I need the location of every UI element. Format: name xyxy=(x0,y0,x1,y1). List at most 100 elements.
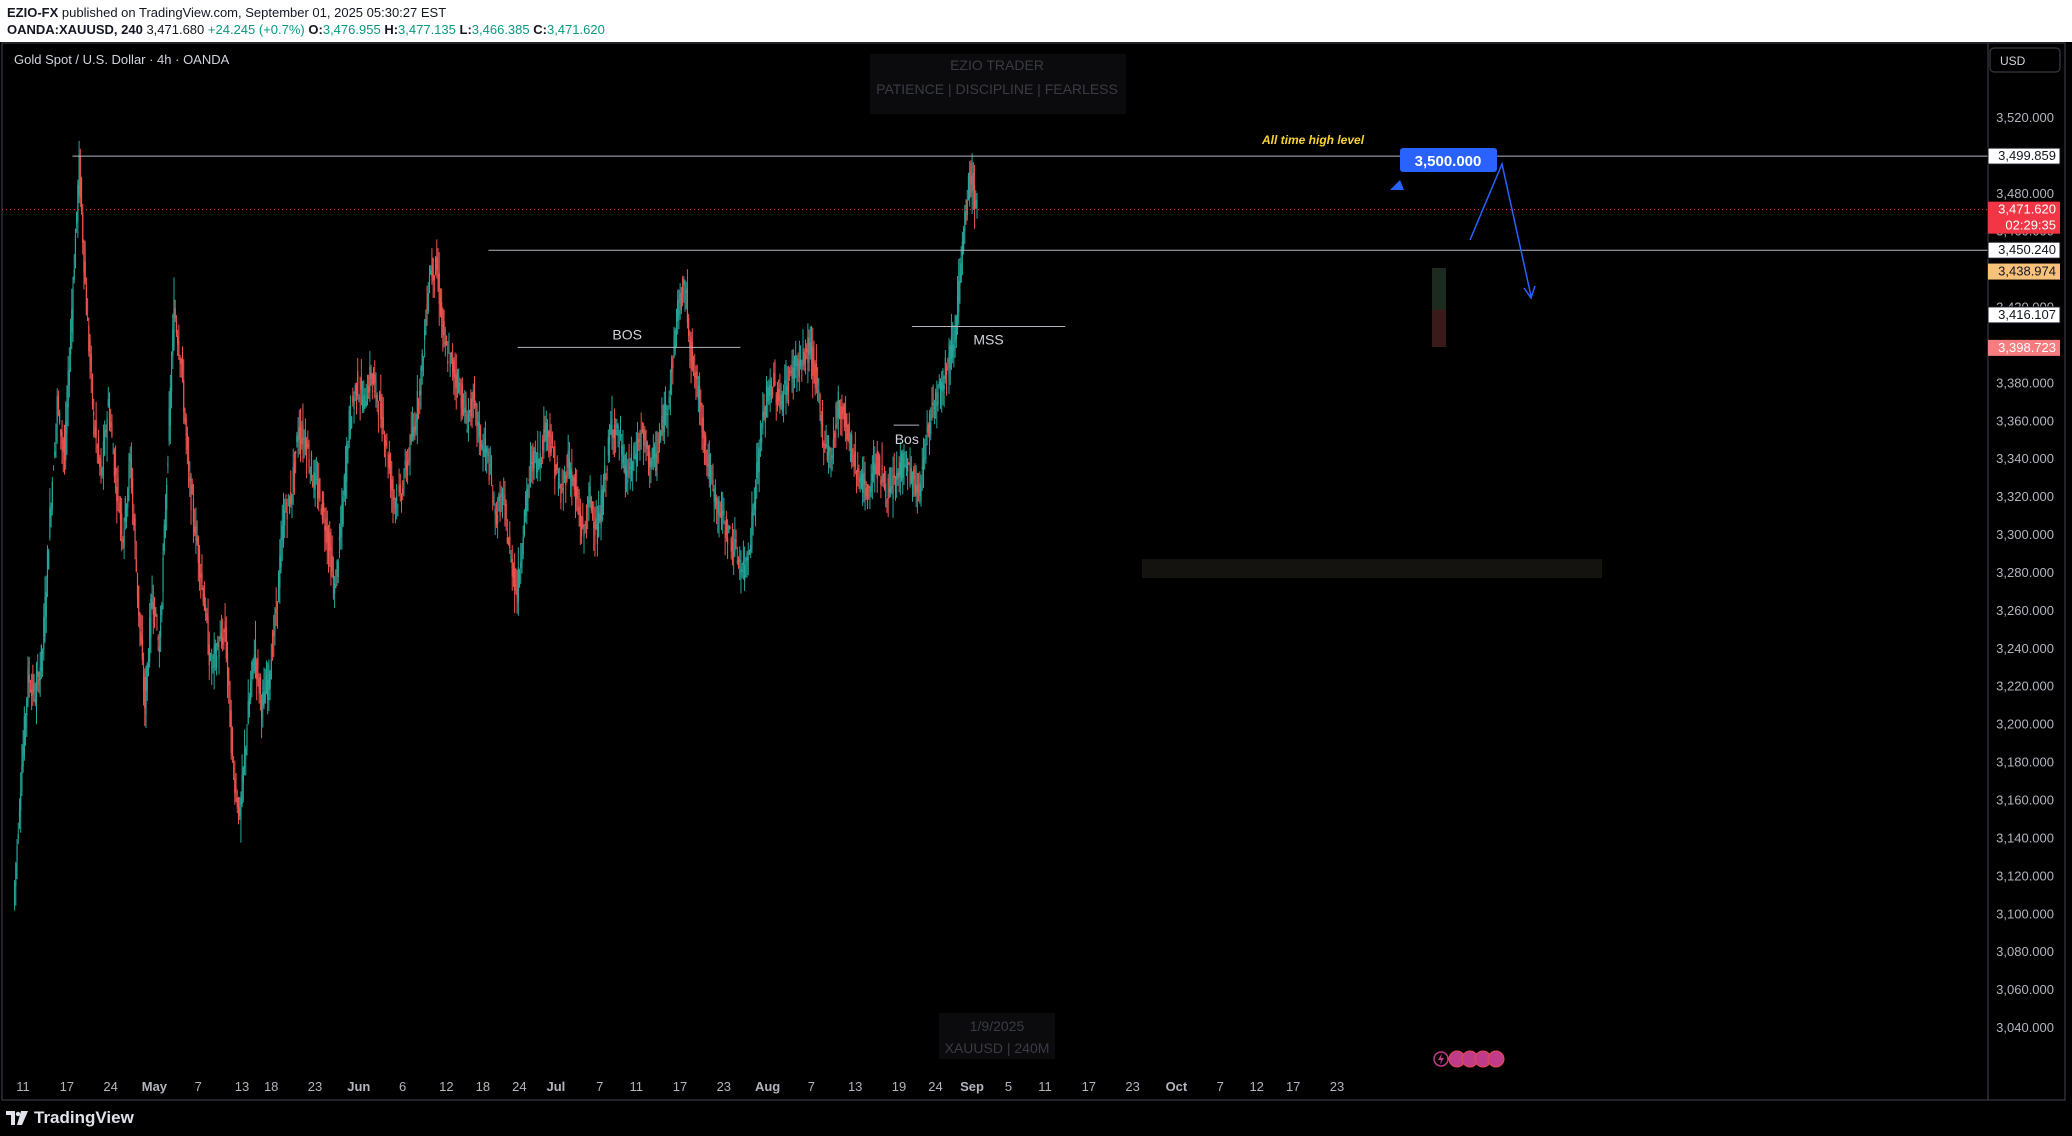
candle-body xyxy=(198,549,201,577)
candle-body xyxy=(392,479,394,501)
candle-body xyxy=(427,293,429,311)
candle-body xyxy=(819,394,821,413)
candle-body xyxy=(119,503,122,520)
price-tick-label: 3,360.000 xyxy=(1996,413,2054,428)
candle-body xyxy=(731,541,734,551)
candle-body xyxy=(606,468,608,471)
candle-body xyxy=(201,571,203,583)
candle-body xyxy=(107,399,109,407)
candle-body xyxy=(132,478,134,506)
candle-body xyxy=(697,385,699,401)
candle-body xyxy=(832,439,835,449)
publisher-name[interactable]: EZIO-FX xyxy=(7,5,58,20)
candle-body xyxy=(258,678,260,694)
candle-body xyxy=(383,439,386,446)
candle-body xyxy=(504,494,506,506)
candle-body xyxy=(425,318,427,335)
candle-body xyxy=(639,432,641,448)
candle-body xyxy=(365,401,367,407)
candle-body xyxy=(909,464,911,485)
candle-body xyxy=(411,426,414,436)
candle-body xyxy=(517,567,519,603)
candle-body xyxy=(698,386,701,412)
candle-body xyxy=(774,381,776,385)
candle-body xyxy=(807,337,809,363)
candle-body xyxy=(443,321,445,336)
candle-body xyxy=(139,612,141,629)
candle-body xyxy=(156,627,158,629)
price-chart[interactable]: EZIO TRADER PATIENCE | DISCIPLINE | FEAR… xyxy=(0,42,2072,1102)
candle-body xyxy=(80,178,83,211)
candle-body xyxy=(737,559,740,569)
candle-body xyxy=(211,666,213,668)
candle-body xyxy=(229,683,231,727)
candle-body xyxy=(471,398,473,418)
tradingview-logo[interactable]: TradingView xyxy=(6,1107,134,1129)
candle-body xyxy=(870,482,872,492)
candle-body xyxy=(376,394,378,402)
candle-body xyxy=(728,525,730,534)
candle-body xyxy=(750,545,752,553)
price-tick-label: 3,100.000 xyxy=(1996,906,2054,921)
candle-body xyxy=(713,489,715,503)
candle-body xyxy=(246,728,248,748)
candle-body xyxy=(668,397,670,403)
time-tick-label: 11 xyxy=(16,1079,30,1094)
candle-body xyxy=(681,286,684,295)
candle-body xyxy=(284,510,286,526)
candle-body xyxy=(24,716,27,729)
candle-body xyxy=(76,212,78,225)
candle-body xyxy=(389,460,392,488)
candle-body xyxy=(926,427,928,433)
ohlc-line: OANDA:XAUUSD, 240 3,471.680 +24.245 (+0.… xyxy=(7,22,605,37)
candle-body xyxy=(297,437,299,442)
candle-body xyxy=(467,414,470,422)
candle-body xyxy=(925,443,927,460)
candle-body xyxy=(49,507,51,538)
candle-body xyxy=(134,518,136,543)
candle-body xyxy=(765,385,768,402)
candle-body xyxy=(482,442,484,451)
close-label: C: xyxy=(533,22,547,37)
candle-body xyxy=(57,396,60,409)
candle-body xyxy=(206,613,208,620)
candle-body xyxy=(871,473,873,481)
candle-body xyxy=(398,486,400,492)
price-tick-label: 3,260.000 xyxy=(1996,603,2054,618)
candle-body xyxy=(716,498,718,504)
candle-body xyxy=(105,429,107,432)
candle-body xyxy=(416,391,418,422)
candle-body xyxy=(587,496,589,508)
us-flag-event-icon[interactable] xyxy=(1487,1050,1505,1068)
event-icons[interactable] xyxy=(1433,1050,1505,1068)
price-level-label: 3,450.240 xyxy=(1998,242,2056,257)
candle-body xyxy=(430,270,432,275)
candle-body xyxy=(954,331,956,343)
candle-body xyxy=(172,329,174,356)
candle-body xyxy=(15,863,17,886)
candle-body xyxy=(880,479,882,485)
candle-body xyxy=(337,561,339,577)
candle-body xyxy=(887,478,889,499)
candle-body xyxy=(510,554,512,562)
time-tick-label: 23 xyxy=(717,1079,731,1094)
candle-body xyxy=(352,395,354,402)
candle-body xyxy=(245,747,247,756)
candle-body xyxy=(764,406,766,423)
candle-body xyxy=(900,454,903,480)
candle-body xyxy=(479,426,482,447)
candle-body xyxy=(872,462,875,471)
candle-body xyxy=(481,445,483,450)
candle-body xyxy=(377,410,379,415)
demand-zone xyxy=(1142,559,1602,578)
candle-body xyxy=(601,489,603,520)
candle-body xyxy=(91,375,94,405)
candle-body xyxy=(259,676,261,694)
price-level-label: 3,398.723 xyxy=(1998,340,2056,355)
candle-body xyxy=(865,488,867,497)
candle-body xyxy=(338,537,341,542)
candle-body xyxy=(145,678,147,715)
candle-body xyxy=(162,556,164,592)
candle-body xyxy=(417,401,420,406)
candle-body xyxy=(381,403,383,435)
